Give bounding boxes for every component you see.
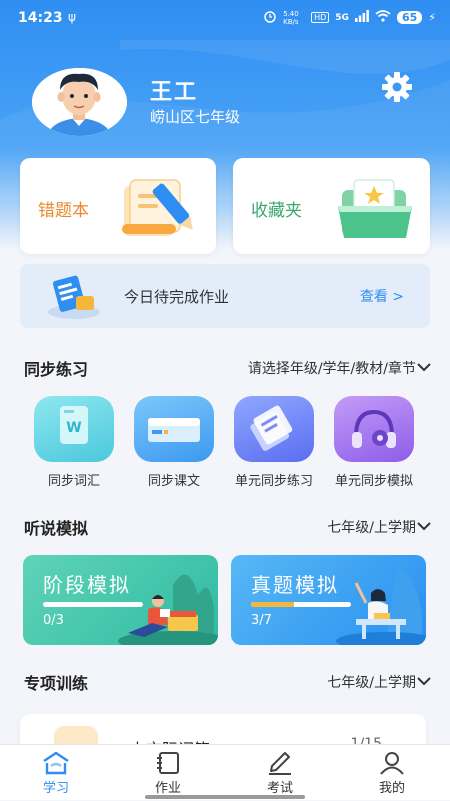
reading-student-illustration [118,574,218,645]
wrong-questions-label: 错题本 [38,201,89,221]
battery-icon: 65 [396,11,423,24]
notebook-pencil-icon [122,179,193,236]
home-indicator [145,795,305,799]
usb-icon: ψ [68,10,76,24]
special-training-title: 专项训练 [24,674,89,693]
student-desk-illustration [336,565,426,645]
tab-homework[interactable]: 作业 [112,745,224,801]
sync-selector[interactable]: 请选择年级/学年/教材/章节 [248,358,416,378]
favorites-label: 收藏夹 [251,201,302,221]
view-homework-link[interactable]: 查看 > [360,286,404,306]
pen-icon [269,752,291,775]
special-selector[interactable]: 七年级/上学期 [327,672,416,692]
charging-icon: ⚡ [428,11,436,24]
alarm-icon [263,9,277,26]
avatar[interactable] [32,68,127,136]
folder-star-icon [338,179,412,238]
sync-text-item[interactable]: 同步课文 [132,396,216,489]
chevron-down-icon[interactable] [416,521,432,531]
settings-gear-icon[interactable] [380,70,414,104]
headphones-icon [334,396,414,462]
sync-practice-title: 同步练习 [24,360,89,379]
home-icon [43,751,69,775]
sync-text-label: 同步课文 [147,474,200,489]
unit-mock-item[interactable]: 单元同步模拟 [332,396,416,489]
chevron-down-icon[interactable] [416,676,432,686]
unit-practice-item[interactable]: 单元同步练习 [232,396,316,489]
unit-practice-label: 单元同步练习 [234,474,313,489]
person-icon [380,752,404,775]
listening-selector[interactable]: 七年级/上学期 [327,517,416,537]
status-time: 14:23 [18,10,63,26]
todo-homework-text: 今日待完成作业 [124,288,230,306]
tab-mine-label: 我的 [378,781,405,796]
tab-mine[interactable]: 我的 [336,745,448,801]
bottom-tab-bar: 学习 作业 考试 我的 [0,744,450,800]
textbook-icon [134,396,214,462]
notebook-icon [157,752,179,774]
stage-mock-card[interactable]: 阶段模拟 0/3 [23,555,218,645]
favorites-card[interactable]: 收藏夹 [233,158,430,254]
status-icons: 5.40 KB/s HD 5G 65 ⚡ [263,9,436,26]
wifi-icon [375,10,391,25]
listening-title: 听说模拟 [24,519,89,538]
wrong-questions-card[interactable]: 错题本 [20,158,216,254]
tab-study[interactable]: 学习 [0,745,112,801]
tab-exam-label: 考试 [266,781,293,796]
tab-homework-label: 作业 [154,781,181,796]
network-speed: 5.40 KB/s [283,9,299,26]
stage-mock-count: 0/3 [43,613,64,628]
tab-exam[interactable]: 考试 [224,745,336,801]
svg-text:W: W [66,420,81,436]
todo-homework-banner[interactable]: 今日待完成作业 查看 > [20,264,430,328]
unit-practice-icon [234,396,314,462]
hd-badge: HD [311,12,330,23]
user-name: 王工 [150,80,199,105]
real-exam-mock-card[interactable]: 真题模拟 3/7 [231,555,426,645]
user-grade: 崂山区七年级 [150,108,241,126]
network-type: 5G [335,12,349,23]
homework-clipboard-icon [48,275,100,319]
signal-icon [354,10,369,25]
tab-study-label: 学习 [42,781,69,796]
real-exam-mock-count: 3/7 [251,613,272,628]
sync-vocabulary-item[interactable]: W 同步词汇 [32,396,116,489]
sync-vocabulary-label: 同步词汇 [47,474,100,489]
status-bar: 14:23 ψ 5.40 KB/s HD 5G 65 ⚡ [0,0,450,36]
unit-mock-label: 单元同步模拟 [334,474,413,489]
chevron-down-icon[interactable] [416,362,432,372]
vocabulary-icon: W [34,396,114,462]
